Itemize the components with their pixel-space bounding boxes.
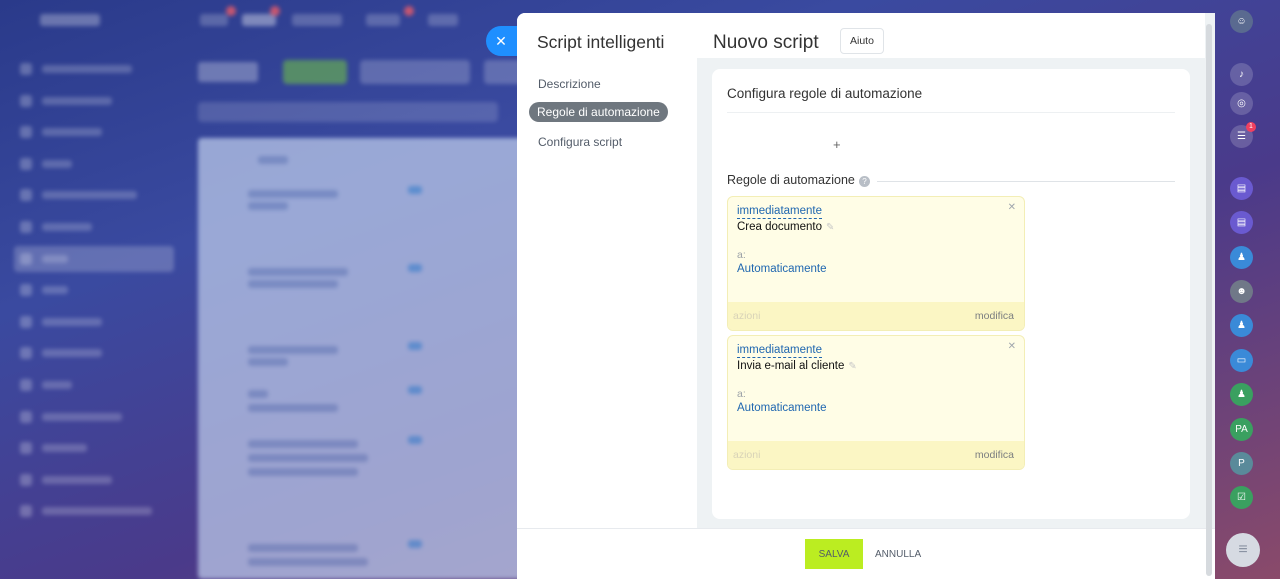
remove-icon[interactable]: ✕ bbox=[1008, 202, 1016, 213]
remove-icon[interactable]: ✕ bbox=[1008, 341, 1016, 352]
background-nav bbox=[200, 14, 228, 26]
user-avatar[interactable]: ☺ bbox=[1230, 10, 1253, 33]
background-sidebar-row bbox=[14, 119, 174, 145]
background-sidebar-row bbox=[14, 340, 174, 366]
open-chat-button[interactable]: ≡ bbox=[1226, 533, 1260, 567]
background-sidebar-row bbox=[14, 56, 174, 82]
background-sidebar bbox=[14, 56, 174, 530]
notification-badge: 1 bbox=[1246, 122, 1256, 132]
background-sidebar-row bbox=[14, 245, 174, 272]
add-rule-button[interactable]: + bbox=[833, 137, 841, 152]
panel-sidebar: Script intelligenti Descrizione Regole d… bbox=[517, 13, 697, 528]
background-button bbox=[283, 60, 347, 84]
rule-card: immediatamente Crea documento ✎ a: Automa… bbox=[727, 196, 1025, 331]
rule-footer: azioni modifica bbox=[728, 441, 1024, 469]
contact-icon[interactable]: ▤ bbox=[1230, 211, 1253, 234]
background-sidebar-row bbox=[14, 151, 174, 177]
rule-to-label: a: bbox=[737, 249, 746, 261]
close-icon: ✕ bbox=[495, 32, 507, 49]
rule-to-value[interactable]: Automaticamente bbox=[737, 263, 827, 275]
rule-name: Invia e-mail al cliente ✎ bbox=[737, 360, 857, 372]
background-sidebar-row bbox=[14, 372, 174, 398]
scrollbar[interactable] bbox=[1206, 24, 1212, 576]
background-table bbox=[198, 138, 528, 579]
pencil-icon[interactable]: ✎ bbox=[826, 222, 834, 233]
panel-footer: SALVA ANNULLA bbox=[517, 528, 1215, 579]
menu-item-descrizione[interactable]: Descrizione bbox=[538, 75, 601, 93]
avatar-p[interactable]: P bbox=[1230, 452, 1253, 475]
rule-name: Crea documento ✎ bbox=[737, 221, 835, 233]
background-sidebar-row bbox=[14, 214, 174, 240]
rule-to-label: a: bbox=[737, 388, 746, 400]
task-icon[interactable]: ☑ bbox=[1230, 486, 1253, 509]
avatar[interactable]: ☻ bbox=[1230, 280, 1253, 303]
divider bbox=[727, 112, 1175, 113]
rule-edit-link[interactable]: modifica bbox=[975, 449, 1014, 461]
message-icon[interactable]: ▭ bbox=[1230, 349, 1253, 372]
background-dot bbox=[270, 6, 280, 16]
contact-icon[interactable]: ▤ bbox=[1230, 177, 1253, 200]
rules-label: Regole di automazione bbox=[727, 173, 855, 187]
background-nav bbox=[292, 14, 342, 26]
background-nav bbox=[428, 14, 458, 26]
menu-item-regole[interactable]: Regole di automazione bbox=[529, 102, 668, 122]
script-panel: Script intelligenti Descrizione Regole d… bbox=[517, 13, 1215, 579]
rule-card: immediatamente Invia e-mail al cliente ✎ … bbox=[727, 335, 1025, 470]
background-sidebar-row bbox=[14, 88, 174, 114]
automation-card: Configura regole di automazione + Regole… bbox=[712, 69, 1190, 519]
menu-item-configura[interactable]: Configura script bbox=[538, 133, 622, 151]
group-icon[interactable]: ♟ bbox=[1230, 383, 1253, 406]
background-sidebar-row bbox=[14, 467, 174, 493]
background-heading bbox=[198, 62, 258, 82]
divider bbox=[877, 181, 1175, 182]
background-sidebar-row bbox=[14, 435, 174, 461]
background-sidebar-row bbox=[14, 498, 174, 524]
background-nav bbox=[242, 14, 276, 26]
question-icon[interactable]: ? bbox=[859, 176, 870, 187]
rule-footer: azioni modifica bbox=[728, 302, 1024, 330]
background-dot bbox=[226, 6, 236, 16]
background-sidebar-row bbox=[14, 182, 174, 208]
avatar-pa[interactable]: PA bbox=[1230, 418, 1253, 441]
rule-actions: azioni bbox=[733, 449, 761, 461]
help-button[interactable]: Aiuto bbox=[840, 28, 884, 54]
background-logo bbox=[40, 14, 100, 26]
cancel-button[interactable]: ANNULLA bbox=[869, 539, 927, 569]
rule-timing[interactable]: immediatamente bbox=[737, 344, 823, 358]
rule-to-value[interactable]: Automaticamente bbox=[737, 402, 827, 414]
background-dot bbox=[404, 6, 414, 16]
panel-title: Script intelligenti bbox=[537, 32, 665, 52]
pencil-icon[interactable]: ✎ bbox=[848, 361, 856, 372]
group-icon[interactable]: ♟ bbox=[1230, 314, 1253, 337]
panel-main: Nuovo script Aiuto Configura regole di a… bbox=[697, 13, 1205, 528]
background-sidebar-row bbox=[14, 404, 174, 430]
group-icon[interactable]: ♟ bbox=[1230, 246, 1253, 269]
rule-edit-link[interactable]: modifica bbox=[975, 310, 1014, 322]
rule-timing[interactable]: immediatamente bbox=[737, 205, 823, 219]
background-button bbox=[360, 60, 470, 84]
close-panel-button[interactable]: ✕ bbox=[486, 26, 520, 56]
bell-icon[interactable]: ♪ bbox=[1230, 63, 1253, 86]
background-filter-bar bbox=[198, 102, 498, 122]
save-button[interactable]: SALVA bbox=[805, 539, 863, 569]
rule-actions: azioni bbox=[733, 310, 761, 322]
background-sidebar-row bbox=[14, 309, 174, 335]
background-sidebar-row bbox=[14, 277, 174, 303]
chat-icon[interactable]: ☰ 1 bbox=[1230, 122, 1256, 148]
target-icon[interactable]: ◎ bbox=[1230, 92, 1253, 115]
main-header: Nuovo script Aiuto bbox=[697, 13, 1205, 58]
background-nav bbox=[366, 14, 400, 26]
section-title: Configura regole di automazione bbox=[727, 86, 923, 101]
page-title: Nuovo script bbox=[713, 32, 819, 53]
